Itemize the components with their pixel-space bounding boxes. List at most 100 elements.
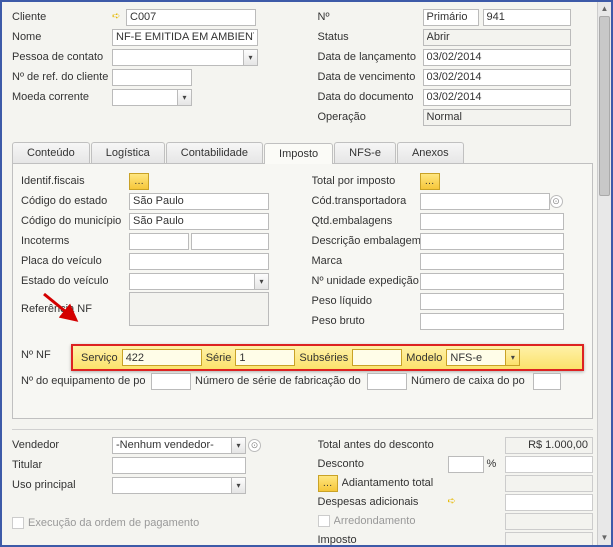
- incoterms-input[interactable]: [129, 233, 189, 250]
- desp-label: Despesas adicionais: [318, 496, 448, 508]
- estado-veic-label: Estado do veículo: [21, 275, 129, 287]
- placa-input[interactable]: [129, 253, 269, 270]
- num-caixa-label: Número de caixa do po: [411, 373, 529, 390]
- exec-label: Execução da ordem de pagamento: [28, 517, 199, 529]
- peso-liq-label: Peso líquido: [312, 295, 420, 307]
- unidade-input[interactable]: [420, 273, 564, 290]
- chevron-down-icon[interactable]: ▾: [244, 49, 258, 66]
- tab-bar: Conteúdo Logística Contabilidade Imposto…: [12, 142, 593, 164]
- data-venc-input[interactable]: [423, 69, 571, 86]
- no-value-input[interactable]: [483, 9, 571, 26]
- total-antes-value: R$ 1.000,00: [505, 437, 593, 454]
- qtd-emb-input[interactable]: [420, 213, 564, 230]
- idfiscais-label: Identif.fiscais: [21, 175, 129, 187]
- vendedor-input[interactable]: [112, 437, 232, 454]
- scroll-up-icon[interactable]: ▲: [598, 2, 611, 16]
- marca-label: Marca: [312, 255, 420, 267]
- imposto-total-value: [505, 532, 593, 547]
- imposto-panel: Identif.fiscais … Código do estado Códig…: [12, 164, 593, 419]
- estado-veic-input[interactable]: [129, 273, 255, 290]
- operacao-input: [423, 109, 571, 126]
- data-doc-label: Data do documento: [318, 91, 423, 103]
- chevron-down-icon[interactable]: ▾: [232, 437, 246, 454]
- subseries-label: Subséries: [299, 352, 348, 364]
- tab-conteudo[interactable]: Conteúdo: [12, 142, 90, 163]
- nome-input[interactable]: [112, 29, 258, 46]
- serie-label: Série: [206, 352, 232, 364]
- incoterms-label: Incoterms: [21, 235, 129, 247]
- cod-trans-label: Cód.transportadora: [312, 195, 420, 207]
- no-type-input[interactable]: [423, 9, 479, 26]
- cliente-input[interactable]: [126, 9, 256, 26]
- uso-input[interactable]: [112, 477, 232, 494]
- cod-estado-label: Código do estado: [21, 195, 129, 207]
- servico-label: Serviço: [81, 352, 118, 364]
- link-arrow-icon[interactable]: ➪: [112, 11, 126, 23]
- desc-emb-input[interactable]: [420, 233, 564, 250]
- desp-value[interactable]: [505, 494, 593, 511]
- tab-contabilidade[interactable]: Contabilidade: [166, 142, 263, 163]
- incoterms-input2[interactable]: [191, 233, 269, 250]
- cod-estado-input[interactable]: [129, 193, 269, 210]
- serie-input[interactable]: [235, 349, 295, 366]
- exec-checkbox[interactable]: [12, 517, 24, 529]
- uso-label: Uso principal: [12, 479, 112, 491]
- ref-nf-box: [129, 292, 269, 326]
- tab-imposto[interactable]: Imposto: [264, 143, 333, 164]
- chevron-down-icon[interactable]: ▾: [232, 477, 246, 494]
- scroll-down-icon[interactable]: ▼: [598, 531, 611, 545]
- subseries-input[interactable]: [352, 349, 402, 366]
- titular-input[interactable]: [112, 457, 246, 474]
- imposto-total-label: Imposto: [318, 534, 448, 546]
- noref-label: Nº de ref. do cliente: [12, 71, 112, 83]
- modelo-label: Modelo: [406, 352, 442, 364]
- lookup-icon[interactable]: ⊙: [550, 195, 563, 208]
- tab-nfse[interactable]: NFS-e: [334, 142, 396, 163]
- peso-liq-input[interactable]: [420, 293, 564, 310]
- footer-section: Vendedor ▾ ⊙ Titular Uso principal ▾ Exe…: [12, 436, 593, 547]
- data-lanc-input[interactable]: [423, 49, 571, 66]
- tab-logistica[interactable]: Logística: [91, 142, 165, 163]
- data-doc-input[interactable]: [423, 89, 571, 106]
- num-caixa-input[interactable]: [533, 373, 561, 390]
- placa-label: Placa do veículo: [21, 255, 129, 267]
- vertical-scrollbar[interactable]: ▲ ▼: [597, 2, 611, 545]
- servico-input[interactable]: [122, 349, 202, 366]
- arred-value: [505, 513, 593, 530]
- chevron-down-icon[interactable]: ▾: [255, 273, 269, 290]
- equip-row: Nº do equipamento de po Número de série …: [21, 373, 584, 390]
- adiant-button[interactable]: …: [318, 475, 338, 492]
- total-imp-button[interactable]: …: [420, 173, 440, 190]
- ref-nf-label: Referência NF: [21, 303, 129, 315]
- no-equip-input[interactable]: [151, 373, 191, 390]
- pessoa-label: Pessoa de contato: [12, 51, 112, 63]
- noref-input[interactable]: [112, 69, 192, 86]
- num-serie-input[interactable]: [367, 373, 407, 390]
- peso-bruto-input[interactable]: [420, 313, 564, 330]
- cod-mun-input[interactable]: [129, 213, 269, 230]
- arred-checkbox[interactable]: [318, 515, 330, 527]
- pct-symbol: %: [487, 458, 497, 470]
- desconto-value[interactable]: [505, 456, 593, 473]
- desconto-label: Desconto: [318, 458, 448, 470]
- desc-emb-label: Descrição embalagem: [312, 235, 420, 247]
- lookup-icon[interactable]: ⊙: [248, 439, 261, 452]
- arred-label: Arredondamento: [334, 515, 452, 527]
- marca-input[interactable]: [420, 253, 564, 270]
- moeda-input[interactable]: [112, 89, 178, 106]
- qtd-emb-label: Qtd.embalagens: [312, 215, 420, 227]
- link-arrow-icon[interactable]: ➪: [448, 496, 462, 508]
- chevron-down-icon[interactable]: ▾: [178, 89, 192, 106]
- scroll-thumb[interactable]: [599, 16, 610, 196]
- cod-trans-input[interactable]: [420, 193, 550, 210]
- adiant-value: [505, 475, 593, 492]
- modelo-input[interactable]: [446, 349, 506, 366]
- header-section: Cliente ➪ Nome Pessoa de contato ▾ Nº de…: [12, 8, 593, 128]
- tab-anexos[interactable]: Anexos: [397, 142, 464, 163]
- adiant-label: Adiantamento total: [342, 477, 464, 489]
- divider: [12, 429, 593, 430]
- idfiscais-button[interactable]: …: [129, 173, 149, 190]
- desconto-pct-input[interactable]: [448, 456, 484, 473]
- pessoa-input[interactable]: [112, 49, 244, 66]
- chevron-down-icon[interactable]: ▾: [506, 349, 520, 366]
